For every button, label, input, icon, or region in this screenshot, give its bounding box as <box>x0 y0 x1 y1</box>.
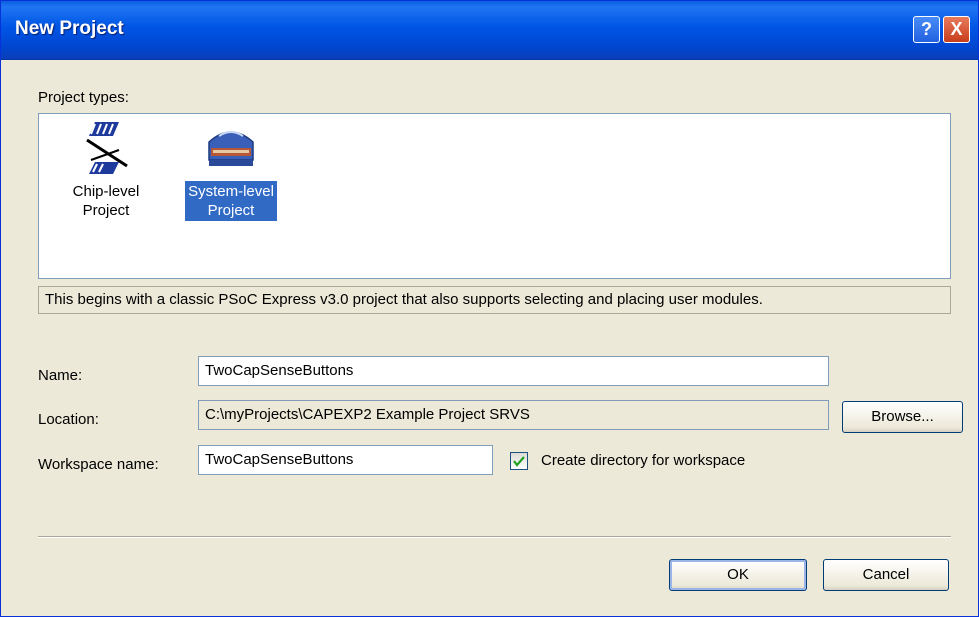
title-bar[interactable]: New Project ? X <box>1 1 978 60</box>
close-button[interactable]: X <box>943 16 970 43</box>
name-label: Name: <box>38 367 83 384</box>
create-directory-label[interactable]: Create directory for workspace <box>541 452 745 469</box>
project-type-system-level[interactable]: System-level Project <box>175 120 287 221</box>
ok-button[interactable]: OK <box>669 559 807 591</box>
system-level-icon <box>201 131 261 180</box>
help-button[interactable]: ? <box>913 16 940 43</box>
project-type-chip-level[interactable]: Chip-level Project <box>63 120 149 221</box>
chip-level-label: Chip-level Project <box>72 183 140 219</box>
system-level-label: System-level Project <box>185 181 277 221</box>
location-label: Location: <box>38 411 99 428</box>
workspace-name-input[interactable]: TwoCapSenseButtons <box>198 445 493 475</box>
dialog-title: New Project <box>15 18 124 39</box>
create-directory-checkbox[interactable] <box>510 452 528 470</box>
project-types-label: Project types: <box>38 89 129 106</box>
checkmark-icon <box>513 456 525 467</box>
location-input[interactable]: C:\myProjects\CAPEXP2 Example Project SR… <box>198 400 829 430</box>
name-input[interactable]: TwoCapSenseButtons <box>198 356 829 386</box>
chip-level-icon <box>81 122 131 180</box>
workspace-name-label: Workspace name: <box>38 456 159 473</box>
new-project-dialog: New Project ? X Project types: Chip-leve… <box>0 0 979 617</box>
cancel-button[interactable]: Cancel <box>823 559 949 591</box>
project-types-list[interactable]: Chip-level Project System-level Project <box>38 113 951 279</box>
project-type-description: This begins with a classic PSoC Express … <box>38 286 951 314</box>
divider <box>38 536 951 538</box>
browse-button[interactable]: Browse... <box>842 401 963 433</box>
